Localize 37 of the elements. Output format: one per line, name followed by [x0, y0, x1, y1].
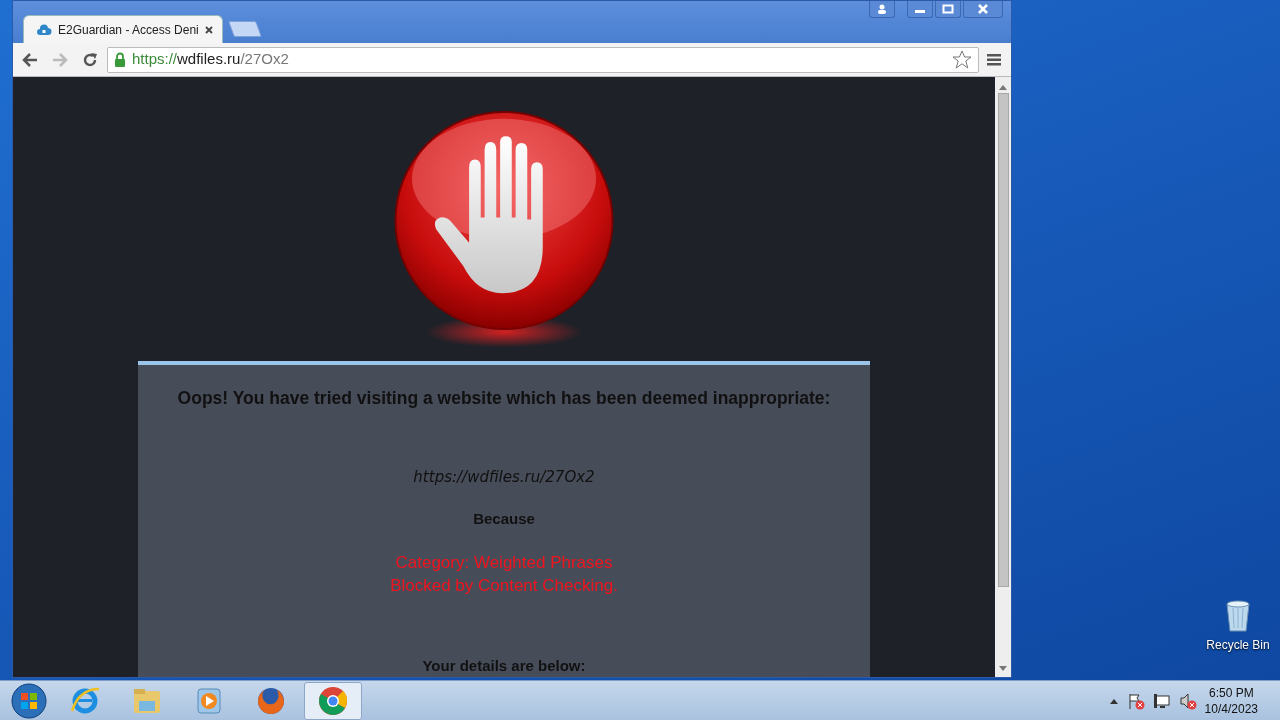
close-tab-icon[interactable] — [204, 24, 214, 35]
chrome-icon — [317, 684, 349, 717]
network-icon[interactable] — [1152, 691, 1171, 710]
star-icon[interactable] — [952, 50, 972, 69]
close-icon — [977, 4, 989, 14]
profile-button[interactable] — [869, 1, 895, 18]
new-tab-button[interactable] — [228, 21, 262, 37]
person-icon — [877, 4, 887, 14]
scroll-up-icon — [998, 83, 1008, 91]
taskbar-button[interactable] — [304, 681, 362, 720]
close-button[interactable] — [963, 1, 1003, 18]
block-reason: Category: Weighted Phrases — [395, 551, 613, 574]
scrollbar-thumb[interactable] — [997, 93, 1009, 587]
url-text: https://wdfiles.ru/27Ox2 — [132, 49, 290, 70]
speaker-muted-icon[interactable] — [1178, 691, 1197, 710]
blocked-url: https://wdfiles.ru/27Ox2 — [413, 466, 595, 488]
start-orb-icon — [11, 682, 47, 719]
desktop-icon-label[interactable]: Recycle Bin — [1206, 636, 1270, 654]
menu-icon — [987, 52, 1003, 67]
cloud-lock-icon — [36, 23, 52, 36]
maximize-button[interactable] — [935, 1, 961, 18]
scroll-down-icon — [998, 665, 1008, 673]
recycle-bin-icon[interactable] — [1225, 600, 1251, 632]
back-arrow-icon — [21, 51, 39, 68]
block-message: Oops! You have tried visiting a website which has been deemed inappropriate: — [177, 387, 831, 411]
details-heading: Your details are below: — [422, 655, 586, 676]
taskbar-clock[interactable]: 6:50 PM 10/4/2023 — [1204, 684, 1258, 717]
address-bar[interactable]: https://wdfiles.ru/27Ox2 — [107, 46, 979, 73]
because-label: Because — [473, 509, 535, 529]
forward-arrow-icon — [51, 51, 69, 68]
maximize-icon — [942, 4, 954, 14]
reload-icon — [81, 50, 99, 69]
scrollbar[interactable] — [995, 77, 1011, 677]
minimize-button[interactable] — [907, 1, 933, 18]
browser-tab[interactable]: E2Guardian - Access Deni — [23, 15, 223, 43]
flag-error-icon[interactable] — [1126, 691, 1145, 710]
block-reason: Blocked by Content Checking. — [390, 574, 618, 597]
